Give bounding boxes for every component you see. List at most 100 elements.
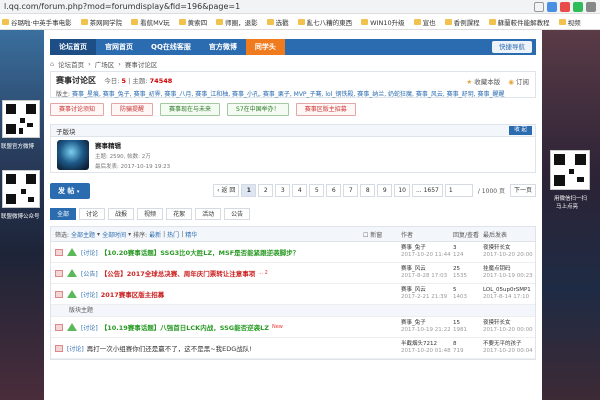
table-row[interactable]: [讨论] 【10.20赛事话题】SSG3比0大胜LZ，MSF是否能紧跟逆袭脚步？ 赛… <box>51 242 535 263</box>
thread-title[interactable]: 【10.19赛事话题】八强首日LCK内战，SSG能否逆袭LZ <box>101 322 269 332</box>
thread-author[interactable]: 半截烟头7212 2017-10-20 01:48 <box>401 341 451 355</box>
bookmark-item[interactable]: 宣也 <box>413 17 436 27</box>
thread-category[interactable]: [讨论] <box>67 344 84 353</box>
last-user[interactable]: 不要无平的孩子 <box>483 341 533 348</box>
nav-official-home[interactable]: 官网首页 <box>96 39 142 55</box>
nav-official-weibo[interactable]: 官方微博 <box>200 39 246 55</box>
new-post-button[interactable]: 发 帖 ▾ <box>50 183 90 199</box>
last-user[interactable]: LOL_05up0rSMP1 <box>483 287 531 294</box>
thread-author[interactable]: 赛事_风云 2017-8-28 17:03 <box>401 266 447 280</box>
thread-category[interactable]: [讨论] <box>81 323 98 332</box>
breadcrumb-current[interactable]: 赛事讨论区 <box>125 59 158 69</box>
bookmark-item[interactable]: 亂七八糟的東西 <box>297 17 352 27</box>
bookmark-item[interactable]: 视频 <box>558 17 581 27</box>
bookmark-item[interactable]: 茶网网学院 <box>80 17 122 27</box>
page-number[interactable]: ... 1657 <box>411 184 443 197</box>
tab-2[interactable]: 战报 <box>108 207 135 220</box>
nav-qq-service[interactable]: QQ在线客服 <box>142 39 200 55</box>
thread-author[interactable]: 赛事_风云 2017-2-21 21:39 <box>401 287 447 301</box>
author-name[interactable]: 半截烟头7212 <box>401 341 451 348</box>
thread-last-post[interactable]: 夜摸轩长女 2017-10-20 00:00 <box>483 320 533 334</box>
table-row[interactable]: [讨论] 再打一次小组赛你们还是赢不了，这不是黑~我EDG战队! 半截烟头7212 2… <box>51 338 535 359</box>
tab-4[interactable]: 花絮 <box>166 207 193 220</box>
pager-back[interactable]: ‹ 返 回 <box>213 184 240 197</box>
page-number[interactable]: 3 <box>275 184 291 197</box>
next-page-button[interactable]: 下一页 <box>509 184 536 197</box>
nav-hot[interactable]: 同学头 <box>245 39 285 55</box>
thread-category[interactable]: [讨论] <box>81 290 98 299</box>
subscribe-button[interactable]: ◉ 订阅 <box>508 76 529 86</box>
nav-forum-home[interactable]: 论坛首页 <box>50 39 96 55</box>
sort-essence[interactable]: 精华 <box>185 230 197 239</box>
page-number[interactable]: 9 <box>377 184 393 197</box>
breadcrumb-plaza[interactable]: 广场区 <box>95 59 115 69</box>
favorite-button[interactable]: ★ 收藏本版 <box>466 76 500 86</box>
menu-icon[interactable] <box>586 1 596 12</box>
author-name[interactable]: 赛事_风云 <box>401 287 447 294</box>
author-name[interactable]: 赛事_兔子 <box>401 320 451 327</box>
tab-3[interactable]: 视频 <box>137 207 164 220</box>
page-number[interactable]: 2 <box>258 184 274 197</box>
thread-last-post[interactable]: 挂魔点钥码 2017-10-19 00:23 <box>483 266 533 280</box>
page-number[interactable]: 8 <box>360 184 376 197</box>
thread-category[interactable]: [公告] <box>81 269 98 278</box>
author-name[interactable]: 赛事_兔子 <box>401 245 451 252</box>
filter-all-time[interactable]: 全部时间 <box>102 230 126 239</box>
bookmark-item[interactable]: 看航MV玩 <box>131 17 170 27</box>
table-row[interactable]: [讨论] 2017赛事区版主招募 赛事_风云 2017-2-21 21:39 5 1403… <box>51 284 535 305</box>
star-icon[interactable] <box>534 1 544 12</box>
last-user[interactable]: 挂魔点钥码 <box>483 266 533 273</box>
address-bar[interactable]: l.qq.com/forum.php?mod=forumdisplay&fid=… <box>4 2 531 11</box>
bookmark-item[interactable]: 选戳 <box>266 17 289 27</box>
topic-button[interactable]: S7在中国举办！ <box>227 103 289 116</box>
bookmark-item[interactable]: 黄索四 <box>178 17 207 27</box>
topic-button[interactable]: 赛事区版主招募 <box>295 103 356 116</box>
home-icon[interactable]: ⌂ <box>50 60 54 68</box>
tab-6[interactable]: 公告 <box>224 207 251 220</box>
bookmark-item[interactable]: 香例課程 <box>444 17 480 27</box>
page-number[interactable]: 10 <box>394 184 410 197</box>
table-row[interactable]: [公告] 【公告】2017全球总决赛、周年庆门票转让注意事项... 2 赛事_风云 2… <box>51 263 535 284</box>
sort-latest[interactable]: 最新 <box>149 230 161 239</box>
bookmark-item[interactable]: WIN10升级 <box>361 17 405 27</box>
page-number[interactable]: 5 <box>309 184 325 197</box>
thread-author[interactable]: 赛事_兔子 2017-10-19 21:22 <box>401 320 451 334</box>
quick-nav-button[interactable]: 快捷导航 <box>492 41 532 53</box>
extension-icon-2[interactable] <box>560 1 570 12</box>
extension-icon[interactable] <box>547 1 557 12</box>
last-user[interactable]: 夜摸轩长女 <box>483 320 533 327</box>
tab-1[interactable]: 讨论 <box>79 207 106 220</box>
bookmark-item[interactable]: 师圈，退影 <box>216 17 258 27</box>
thread-title[interactable]: 【10.20赛事话题】SSG3比0大胜LZ，MSF是否能紧跟逆袭脚步？ <box>101 247 299 257</box>
thread-title[interactable]: 【公告】2017全球总决赛、周年庆门票转让注意事项 <box>101 268 256 278</box>
collapse-button[interactable]: 收 起 <box>509 126 532 135</box>
subforum-item[interactable]: 赛事精辑 主题: 2590, 帖数: 2万 最后发表: 2017-10-19 1… <box>50 137 536 173</box>
sort-hot[interactable]: 热门 <box>167 230 179 239</box>
new-window-toggle[interactable]: ☐ 新窗 <box>363 230 382 239</box>
tab-5[interactable]: 活动 <box>195 207 222 220</box>
last-user[interactable]: 夜摸轩长女 <box>483 245 533 252</box>
table-row[interactable]: [讨论] 【10.19赛事话题】八强首日LCK内战，SSG能否逆袭LZ New 赛事_… <box>51 317 535 338</box>
topic-button[interactable]: 赛事讨论须知 <box>50 103 105 116</box>
page-number[interactable]: 1 <box>241 184 257 197</box>
thread-author[interactable]: 赛事_兔子 2017-10-20 11:44 <box>401 245 451 259</box>
page-number[interactable]: 4 <box>292 184 308 197</box>
thread-title[interactable]: 再打一次小组赛你们还是赢不了，这不是黑~我EDG战队! <box>87 343 252 353</box>
moderator-list[interactable]: 赛事_星痕, 赛事_兔子, 赛事_初霁, 赛事_八月, 赛事_江和柚, 赛事_小… <box>72 91 505 98</box>
author-name[interactable]: 赛事_风云 <box>401 266 447 273</box>
extension-icon-3[interactable] <box>573 1 583 12</box>
subforum-name[interactable]: 赛事精辑 <box>95 140 170 150</box>
thread-category[interactable]: [讨论] <box>81 248 98 257</box>
page-number[interactable]: 7 <box>343 184 359 197</box>
topic-button[interactable]: 防骗提醒 <box>111 103 154 116</box>
bookmark-item[interactable]: 谷璐啦·中英手事电影 <box>2 17 72 27</box>
thread-last-post[interactable]: 夜摸轩长女 2017-10-20 20:00 <box>483 245 533 259</box>
tab-0[interactable]: 全部 <box>50 207 77 220</box>
thread-title[interactable]: 2017赛事区版主招募 <box>101 289 165 299</box>
bookmark-item[interactable]: 蘇蘭較件能解教程 <box>488 17 550 27</box>
topic-button[interactable]: 赛事现在与未来 <box>160 103 221 116</box>
thread-last-post[interactable]: LOL_05up0rSMP1 2017-8-14 17:10 <box>483 287 531 301</box>
thread-last-post[interactable]: 不要无平的孩子 2017-10-20 00:04 <box>483 341 533 355</box>
breadcrumb-forum-home[interactable]: 论坛首页 <box>58 59 84 69</box>
page-input[interactable]: 1 <box>444 184 473 197</box>
